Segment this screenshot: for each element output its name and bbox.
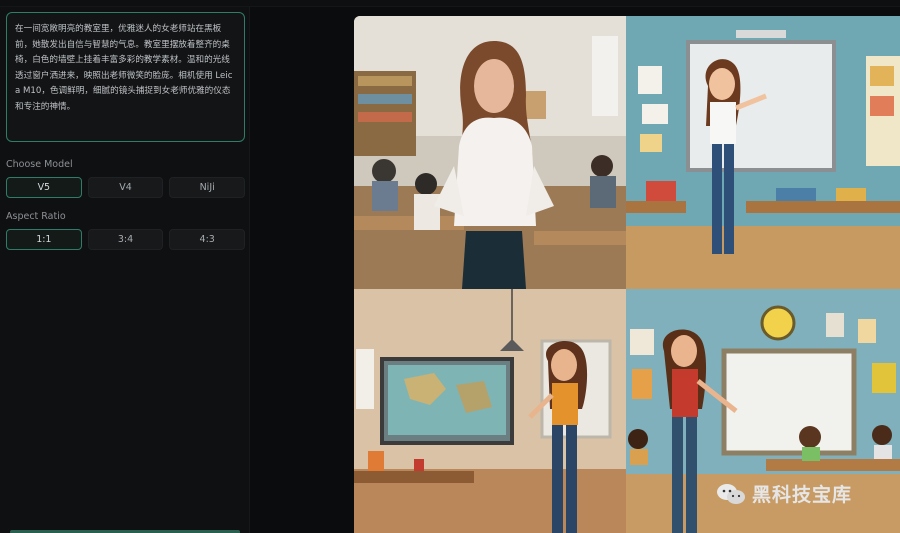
- image-grid: [354, 16, 900, 533]
- aspect-option-3-4[interactable]: 3:4: [87, 229, 164, 250]
- model-options: V5 V4 NiJi: [6, 177, 246, 198]
- photo-teacher-realistic-icon: [354, 16, 626, 289]
- model-option-v4[interactable]: V4: [87, 177, 164, 198]
- top-strip: [0, 0, 900, 7]
- aspect-ratio-label: Aspect Ratio: [6, 211, 66, 222]
- choose-model-label: Choose Model: [6, 159, 73, 170]
- generated-image-1[interactable]: [354, 16, 626, 289]
- watermark-text: 黑科技宝库: [752, 484, 853, 506]
- wechat-icon: [717, 483, 745, 504]
- prompt-textarea[interactable]: 在一间宽敞明亮的教室里，优雅迷人的女老师站在黑板前，她散发出自信与智慧的气息。教…: [6, 12, 245, 142]
- model-option-niji[interactable]: NiJi: [169, 177, 246, 198]
- watermark: 黑科技宝库: [716, 480, 852, 507]
- aspect-option-1-1[interactable]: 1:1: [6, 229, 82, 250]
- main-area: 黑科技宝库: [251, 7, 900, 533]
- illustration-teacher-whiteboard-icon: [626, 16, 900, 289]
- sidebar: 在一间宽敞明亮的教室里，优雅迷人的女老师站在黑板前，她散发出自信与智慧的气息。教…: [0, 7, 250, 533]
- model-option-v5[interactable]: V5: [6, 177, 82, 198]
- illustration-teacher-map-icon: [354, 289, 626, 533]
- aspect-options: 1:1 3:4 4:3: [6, 229, 246, 250]
- generated-image-2[interactable]: [626, 16, 900, 289]
- generated-image-3[interactable]: [354, 289, 626, 533]
- aspect-option-4-3[interactable]: 4:3: [169, 229, 246, 250]
